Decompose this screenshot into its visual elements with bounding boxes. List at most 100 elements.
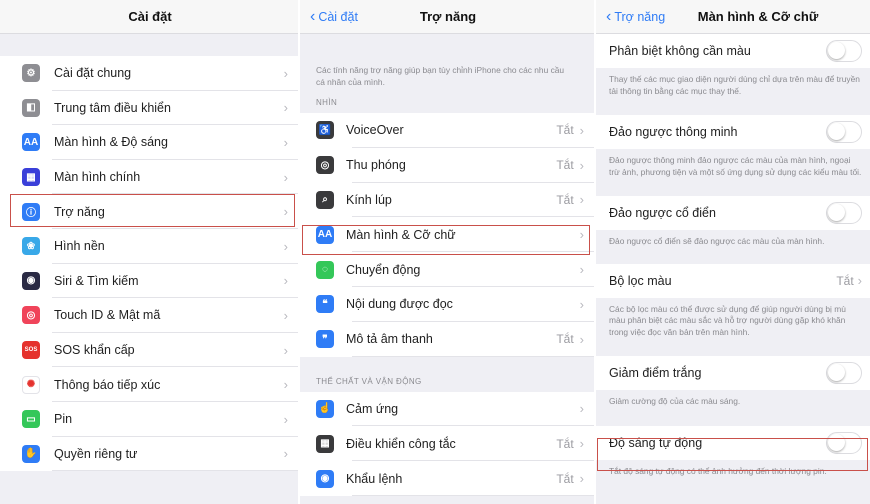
chevron-right-icon: › (283, 411, 288, 427)
chevron-right-icon: › (283, 377, 288, 393)
list-row[interactable]: ◎ Touch ID & Mật mã › (0, 298, 300, 333)
setting-row[interactable]: Đảo ngược cổ điển (596, 196, 870, 230)
list-row[interactable]: ☝ Cảm ứng › (300, 391, 596, 427)
chevron-left-icon: ‹ (310, 8, 316, 25)
row-separator (352, 355, 596, 357)
siri-icon: ◉ (22, 271, 40, 290)
chevron-right-icon: › (579, 401, 584, 417)
row-value: Tắt (556, 158, 574, 173)
chevron-right-icon: › (579, 157, 584, 173)
list-row[interactable]: ◌ Chuyển động › (300, 252, 596, 287)
accessibility-navbar: ‹ Cài đặt Trợ năng (300, 0, 596, 34)
row-label: Cảm ứng (346, 401, 399, 416)
list-row[interactable]: ▦ Màn hình chính › (0, 159, 300, 195)
settings-navbar: Cài đặt (0, 0, 300, 34)
row-label: Trung tâm điều khiển (54, 100, 171, 115)
physical-list: ☝ Cảm ứng › ▦ Điều khiển công tắc Tắt › ◉ Khẩu l… (300, 391, 596, 496)
toggle-switch[interactable] (826, 362, 862, 384)
list-row[interactable]: AA Màn hình & Độ sáng › (0, 125, 300, 160)
fingerprint-icon: ◎ (22, 306, 40, 325)
row-label: Khẩu lệnh (346, 471, 403, 486)
chevron-right-icon: › (283, 342, 288, 358)
switch-control-icon: ▦ (316, 434, 334, 453)
voice-control-icon: ◉ (316, 469, 334, 488)
setting-row[interactable]: Bộ lọc màu Tắt › (596, 263, 870, 298)
list-row[interactable]: ⚙ Cài đặt chung › (0, 56, 300, 91)
row-value: Tắt (556, 192, 574, 207)
toggle-switch[interactable] (826, 121, 862, 143)
row-separator (52, 470, 300, 472)
display-text-list: Phân biệt không cần màu Thay thế các mục … (596, 34, 870, 483)
list-row[interactable]: ❝ Nội dung được đọc › (300, 286, 596, 322)
settings-title: Cài đặt (128, 9, 172, 24)
chevron-right-icon: › (857, 273, 862, 288)
setting-row[interactable]: Đảo ngược thông minh (596, 115, 870, 149)
setting-row[interactable]: Phân biệt không cần màu (596, 34, 870, 68)
row-label: Hình nền (54, 239, 105, 254)
accessibility-icon: ⓘ (22, 202, 40, 221)
setting-row[interactable]: Giảm điểm trắng (596, 356, 870, 390)
row-value: Tắt (556, 332, 574, 347)
toggle-switch[interactable] (826, 431, 862, 454)
list-row[interactable]: ❞ Mô tả âm thanh Tắt › (300, 321, 596, 357)
chevron-right-icon: › (579, 331, 584, 347)
accessibility-panel: ‹ Cài đặt Trợ năng Các tính năng trợ năn… (300, 0, 596, 504)
list-row[interactable]: ◉ Siri & Tìm kiếm › (0, 263, 300, 299)
list-row[interactable]: AA Màn hình & Cỡ chữ › (300, 217, 596, 253)
list-row[interactable]: ◎ Thu phóng Tắt › (300, 147, 596, 183)
setting-description: Tắt độ sáng tự động có thể ảnh hưởng đến… (596, 459, 870, 483)
back-to-accessibility-button[interactable]: ‹ Trợ năng (606, 0, 665, 34)
list-row[interactable]: ♿ VoiceOver Tắt › (300, 113, 596, 148)
list-row[interactable]: ▦ Điều khiển công tắc Tắt › (300, 426, 596, 462)
display-brightness-icon: AA (22, 133, 40, 152)
vision-list: ♿ VoiceOver Tắt › ◎ Thu phóng Tắt › ⌕ Kính lúp Tắt… (300, 113, 596, 357)
list-row[interactable]: ⌕ Kính lúp Tắt › (300, 182, 596, 218)
row-label: Thông báo tiếp xúc (54, 377, 161, 392)
section-header-vision: NHÌN (316, 98, 338, 107)
row-label: Quyền riêng tư (54, 446, 138, 461)
setting-row[interactable]: Độ sáng tự động (596, 425, 870, 460)
exposure-notification-icon: ✺ (22, 375, 40, 394)
row-label: Màn hình chính (54, 170, 141, 185)
row-label: Kính lúp (346, 192, 392, 207)
chevron-right-icon: › (283, 100, 288, 116)
setting-label: Đảo ngược cổ điển (609, 206, 716, 220)
privacy-hand-icon: ✋ (22, 444, 40, 463)
chevron-right-icon: › (579, 296, 584, 312)
back-to-settings-button[interactable]: ‹ Cài đặt (310, 0, 358, 34)
settings-list: ⚙ Cài đặt chung › ◧ Trung tâm điều khiển › AA M… (0, 56, 300, 472)
row-label: Pin (54, 412, 73, 427)
sos-icon: SOS (22, 341, 40, 360)
setting-description: Các bộ lọc màu có thể được sử dụng để gi… (596, 297, 870, 344)
setting-label: Bộ lọc màu (609, 273, 672, 288)
control-center-icon: ◧ (22, 98, 40, 117)
list-row[interactable]: ❀ Hình nền › (0, 228, 300, 264)
chevron-right-icon: › (579, 436, 584, 452)
row-label: Điều khiển công tắc (346, 436, 456, 451)
row-label: Touch ID & Mật mã (54, 308, 161, 323)
chevron-right-icon: › (283, 169, 288, 185)
accessibility-title: Trợ năng (419, 9, 477, 24)
list-row[interactable]: SOS SOS khẩn cấp › (0, 332, 300, 368)
list-row[interactable]: ✺ Thông báo tiếp xúc › (0, 367, 300, 402)
chevron-left-icon: ‹ (606, 8, 612, 25)
row-label: Cài đặt chung (54, 66, 132, 81)
chevron-right-icon: › (579, 227, 584, 243)
list-row[interactable]: ◧ Trung tâm điều khiển › (0, 90, 300, 126)
display-text-navbar: ‹ Trợ năng Màn hình & Cỡ chữ (596, 0, 870, 34)
toggle-switch[interactable] (826, 202, 862, 224)
setting-label: Giảm điểm trắng (609, 366, 702, 380)
setting-description: Giảm cường độ của các màu sáng. (596, 390, 870, 414)
toggle-switch[interactable] (826, 40, 862, 62)
list-row[interactable]: ✋ Quyền riêng tư › (0, 436, 300, 472)
row-value: Tắt (556, 123, 574, 138)
voiceover-icon: ♿ (316, 121, 334, 140)
chevron-right-icon: › (579, 192, 584, 208)
zoom-icon: ◎ (316, 156, 334, 175)
row-label: Màn hình & Độ sáng (54, 135, 168, 150)
setting-value: Tắt (836, 273, 854, 288)
list-row[interactable]: ⓘ Trợ năng › (0, 194, 300, 229)
chevron-right-icon: › (283, 204, 288, 220)
list-row[interactable]: ◉ Khẩu lệnh Tắt › (300, 461, 596, 496)
list-row[interactable]: ▭ Pin › (0, 401, 300, 437)
